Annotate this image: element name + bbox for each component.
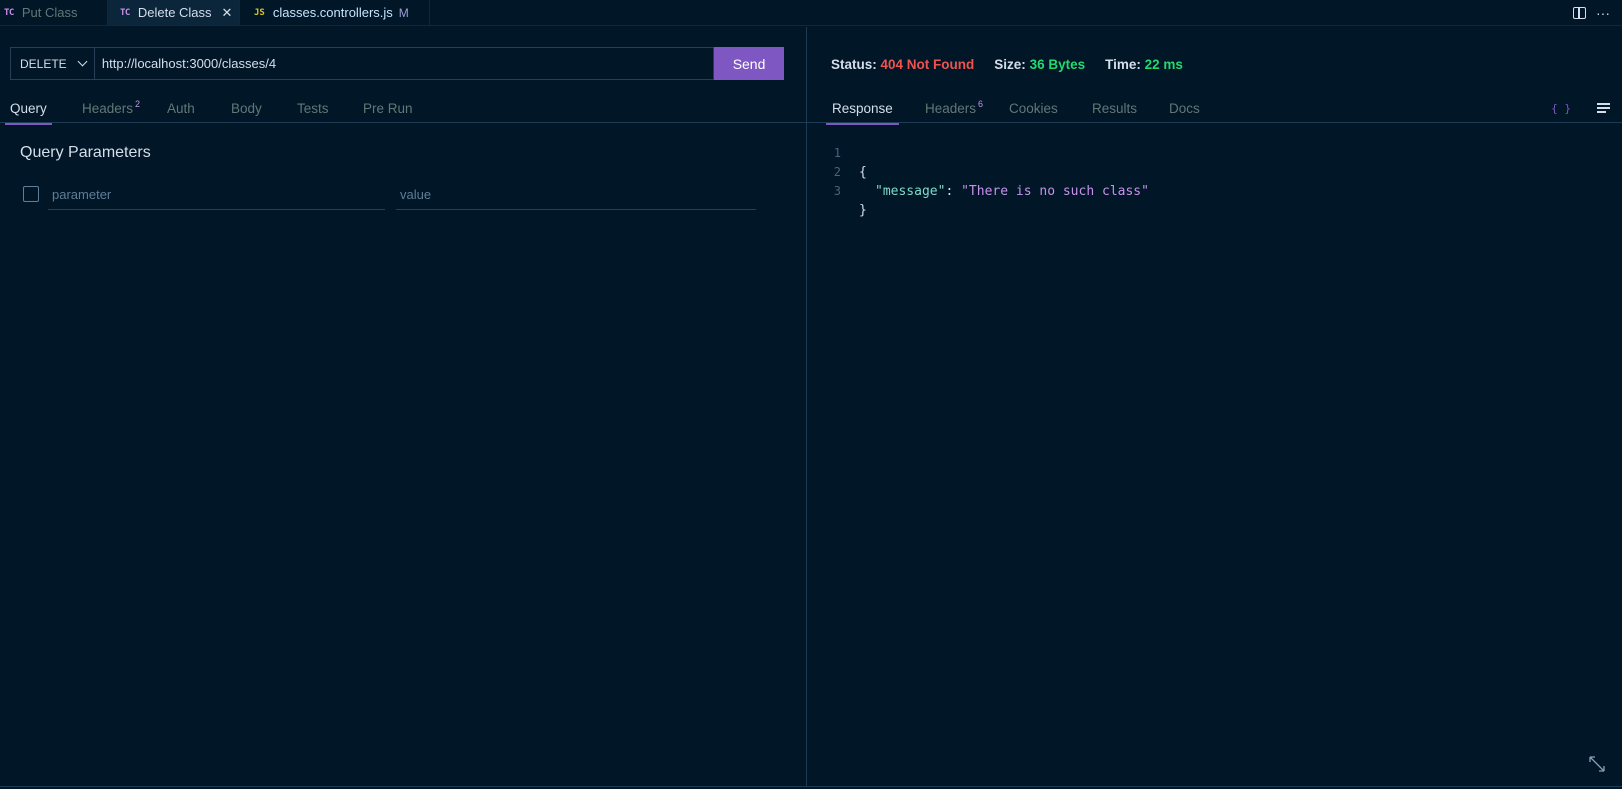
response-tools: { } <box>1551 93 1610 123</box>
tab-tests-label: Tests <box>297 100 329 116</box>
method-select[interactable]: DELETE <box>10 47 94 80</box>
headers-count-badge: 2 <box>135 99 141 109</box>
tab-auth-label: Auth <box>167 100 195 116</box>
tab-label: classes.controllers.js <box>272 5 393 20</box>
tab-response-headers[interactable]: Headers 6 <box>925 93 983 123</box>
size-info: Size: 36 Bytes <box>994 57 1085 77</box>
param-value-input[interactable] <box>396 179 756 210</box>
json-separator: : <box>945 184 962 199</box>
json-string-value: "There is no such class" <box>961 184 1149 199</box>
param-enable-checkbox[interactable] <box>23 186 39 202</box>
tab-label: Delete Class <box>137 5 212 20</box>
response-body: 1 { 2 "message": "There is no such class… <box>807 125 1622 218</box>
tab-query[interactable]: Query <box>5 93 52 125</box>
response-tabs: Response Headers 6 Cookies Results Docs … <box>807 93 1622 125</box>
javascript-file-icon: JS <box>254 7 265 18</box>
tab-classes-controllers[interactable]: JS classes.controllers.js M <box>240 0 430 25</box>
modified-badge: M <box>398 5 409 20</box>
tab-response-headers-label: Headers <box>925 100 977 116</box>
tab-cookies[interactable]: Cookies <box>1009 93 1058 123</box>
response-status-bar: Status: 404 Not Found Size: 36 Bytes Tim… <box>831 57 1183 77</box>
query-param-row <box>23 179 763 210</box>
expand-icon[interactable] <box>1588 755 1606 773</box>
response-headers-count-badge: 6 <box>978 99 984 109</box>
tab-results-label: Results <box>1092 100 1138 116</box>
tab-put-class[interactable]: TC Put Class <box>0 0 108 25</box>
request-pane: DELETE Send Query Headers 2 Auth Body Te… <box>0 27 806 787</box>
tab-delete-class[interactable]: TC Delete Class ✕ <box>108 0 240 25</box>
size-label: Size: <box>994 57 1026 72</box>
tab-cookies-label: Cookies <box>1009 100 1058 116</box>
tab-headers[interactable]: Headers 2 <box>82 93 140 123</box>
code-line: 2 "message": "There is no such class" <box>807 144 1622 199</box>
bottom-border <box>0 786 1622 787</box>
code-text: } <box>859 203 867 218</box>
tab-body[interactable]: Body <box>231 93 262 123</box>
code-line: 1 { <box>807 125 1622 180</box>
more-actions-icon[interactable]: ··· <box>1596 5 1610 21</box>
close-icon[interactable]: ✕ <box>222 5 233 21</box>
code-line: 3 } <box>807 163 1622 218</box>
status-label: Status: <box>831 57 877 72</box>
tab-response-label: Response <box>832 100 893 116</box>
braces-icon[interactable]: { } <box>1551 102 1571 115</box>
tab-label: Put Class <box>21 5 78 20</box>
split-editor-icon[interactable] <box>1573 7 1586 19</box>
thunder-client-icon: TC <box>120 7 130 18</box>
send-button[interactable]: Send <box>714 47 784 80</box>
tab-auth[interactable]: Auth <box>167 93 195 123</box>
response-pane: Status: 404 Not Found Size: 36 Bytes Tim… <box>807 27 1622 787</box>
status-info: Status: 404 Not Found <box>831 57 974 77</box>
tab-query-label: Query <box>10 100 47 116</box>
request-tabs: Query Headers 2 Auth Body Tests Pre Run <box>0 93 806 125</box>
tab-headers-label: Headers <box>82 100 134 116</box>
tab-response[interactable]: Response <box>826 93 899 125</box>
word-wrap-icon[interactable] <box>1597 103 1610 113</box>
param-name-input[interactable] <box>48 179 385 210</box>
time-value: 22 ms <box>1144 57 1183 72</box>
editor-tab-bar: TC Put Class TC Delete Class ✕ JS classe… <box>0 0 1622 26</box>
size-value: 36 Bytes <box>1029 57 1086 72</box>
line-number: 3 <box>833 184 841 198</box>
url-bar: DELETE Send <box>10 47 784 80</box>
url-input[interactable] <box>93 47 715 80</box>
tab-results[interactable]: Results <box>1092 93 1137 123</box>
json-key: "message" <box>875 184 946 199</box>
tab-pre-run[interactable]: Pre Run <box>363 93 413 123</box>
chevron-down-icon <box>77 56 88 67</box>
time-label: Time: <box>1105 57 1141 72</box>
tab-pre-run-label: Pre Run <box>363 100 413 116</box>
tab-docs[interactable]: Docs <box>1169 93 1200 123</box>
tabbar-actions: ··· <box>1573 0 1622 26</box>
status-value: 404 Not Found <box>880 57 975 72</box>
tab-body-label: Body <box>231 100 262 116</box>
thunder-client-icon: TC <box>4 7 14 18</box>
time-info: Time: 22 ms <box>1105 57 1183 77</box>
tab-tests[interactable]: Tests <box>297 93 329 123</box>
method-value: DELETE <box>20 56 67 71</box>
tab-docs-label: Docs <box>1169 100 1200 116</box>
query-parameters-title: Query Parameters <box>20 144 151 161</box>
code-text: "message": "There is no such class" <box>875 182 1149 201</box>
